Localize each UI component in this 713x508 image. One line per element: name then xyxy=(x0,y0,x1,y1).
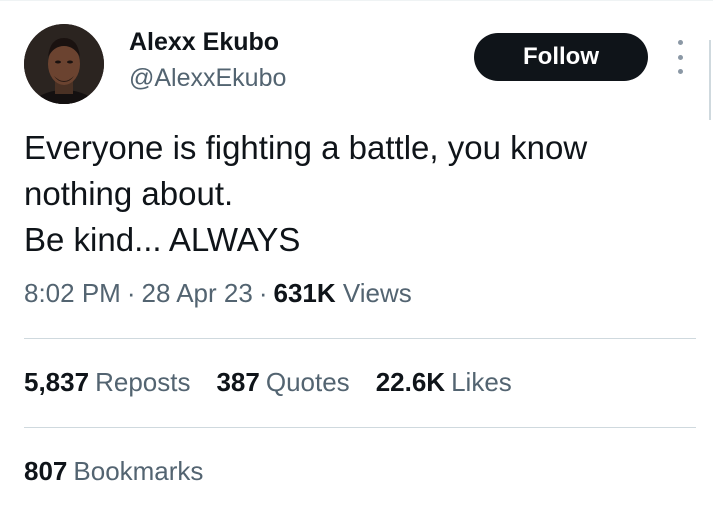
more-options-icon[interactable] xyxy=(668,40,692,74)
likes-count: 22.6K xyxy=(375,367,446,397)
tweet-line: Be kind... ALWAYS xyxy=(24,221,301,258)
views-count: 631K xyxy=(273,278,336,308)
author-handle[interactable]: @AlexxEkubo xyxy=(129,64,286,93)
views-label: Views xyxy=(342,278,412,308)
divider xyxy=(24,338,696,339)
bookmarks-stat[interactable]: 807 Bookmarks xyxy=(24,456,203,487)
engagement-stats: 5,837 Reposts 387 Quotes 22.6K Likes xyxy=(24,367,538,398)
follow-button[interactable]: Follow xyxy=(474,33,648,81)
tweet-text: Everyone is fighting a battle, you know … xyxy=(24,125,684,263)
quotes-count: 387 xyxy=(216,367,260,397)
likes-stat[interactable]: 22.6K Likes xyxy=(376,367,512,398)
reposts-count: 5,837 xyxy=(24,367,90,397)
tweet-line: nothing about. xyxy=(24,175,234,212)
meta-separator: · xyxy=(258,278,268,308)
meta-separator: · xyxy=(126,278,136,308)
tweet-meta: 8:02 PM · 28 Apr 23 · 631K Views xyxy=(24,278,412,309)
tweet-time[interactable]: 8:02 PM xyxy=(24,278,121,308)
more-dot xyxy=(677,40,683,45)
tweet-date[interactable]: 28 Apr 23 xyxy=(142,278,253,308)
reposts-stat[interactable]: 5,837 Reposts xyxy=(24,367,190,398)
bookmarks-count: 807 xyxy=(24,456,68,486)
scrollbar-edge xyxy=(709,40,711,120)
top-divider xyxy=(0,0,713,1)
more-dot xyxy=(677,69,683,74)
author-name[interactable]: Alexx Ekubo xyxy=(129,28,279,57)
likes-label: Likes xyxy=(451,367,512,397)
quotes-stat[interactable]: 387 Quotes xyxy=(216,367,349,398)
tweet-line: Everyone is fighting a battle, you know xyxy=(24,129,588,166)
profile-photo-icon xyxy=(24,24,104,104)
bookmarks-label: Bookmarks xyxy=(73,456,204,486)
avatar[interactable] xyxy=(24,24,104,104)
more-dot xyxy=(677,54,683,60)
divider xyxy=(24,427,696,428)
reposts-label: Reposts xyxy=(95,367,191,397)
quotes-label: Quotes xyxy=(265,367,350,397)
